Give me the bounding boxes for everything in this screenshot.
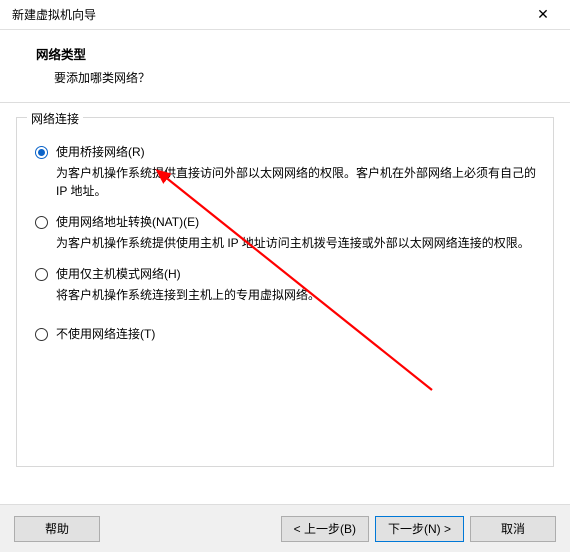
option-description: 为客户机操作系统提供直接访问外部以太网网络的权限。客户机在外部网络上必须有自己的… (56, 164, 539, 200)
radio-icon[interactable] (35, 328, 48, 341)
option-bridged[interactable]: 使用桥接网络(R) 为客户机操作系统提供直接访问外部以太网网络的权限。客户机在外… (31, 144, 539, 200)
option-label: 使用网络地址转换(NAT)(E) (56, 214, 199, 230)
content-area: 网络连接 使用桥接网络(R) 为客户机操作系统提供直接访问外部以太网网络的权限。… (0, 103, 570, 477)
option-nat[interactable]: 使用网络地址转换(NAT)(E) 为客户机操作系统提供使用主机 IP 地址访问主… (31, 214, 539, 252)
option-label: 不使用网络连接(T) (56, 326, 155, 342)
option-description: 将客户机操作系统连接到主机上的专用虚拟网络。 (56, 286, 539, 304)
option-no-network[interactable]: 不使用网络连接(T) (31, 326, 539, 342)
back-button[interactable]: < 上一步(B) (281, 516, 369, 542)
cancel-button[interactable]: 取消 (470, 516, 556, 542)
radio-icon[interactable] (35, 146, 48, 159)
group-legend: 网络连接 (27, 110, 83, 127)
radio-icon[interactable] (35, 268, 48, 281)
radio-icon[interactable] (35, 216, 48, 229)
close-button[interactable]: ✕ (526, 6, 560, 23)
titlebar: 新建虚拟机向导 ✕ (0, 0, 570, 30)
window-title: 新建虚拟机向导 (12, 6, 96, 23)
wizard-header: 网络类型 要添加哪类网络？ (0, 30, 570, 103)
page-title: 网络类型 (36, 44, 546, 63)
network-connection-group: 网络连接 使用桥接网络(R) 为客户机操作系统提供直接访问外部以太网网络的权限。… (16, 117, 554, 467)
option-description: 为客户机操作系统提供使用主机 IP 地址访问主机拨号连接或外部以太网网络连接的权… (56, 234, 539, 252)
option-label: 使用桥接网络(R) (56, 144, 145, 160)
option-label: 使用仅主机模式网络(H) (56, 266, 181, 282)
footer: 帮助 < 上一步(B) 下一步(N) > 取消 (0, 504, 570, 552)
next-button[interactable]: 下一步(N) > (375, 516, 464, 542)
help-button[interactable]: 帮助 (14, 516, 100, 542)
option-host-only[interactable]: 使用仅主机模式网络(H) 将客户机操作系统连接到主机上的专用虚拟网络。 (31, 266, 539, 304)
page-subtitle: 要添加哪类网络？ (54, 69, 546, 86)
